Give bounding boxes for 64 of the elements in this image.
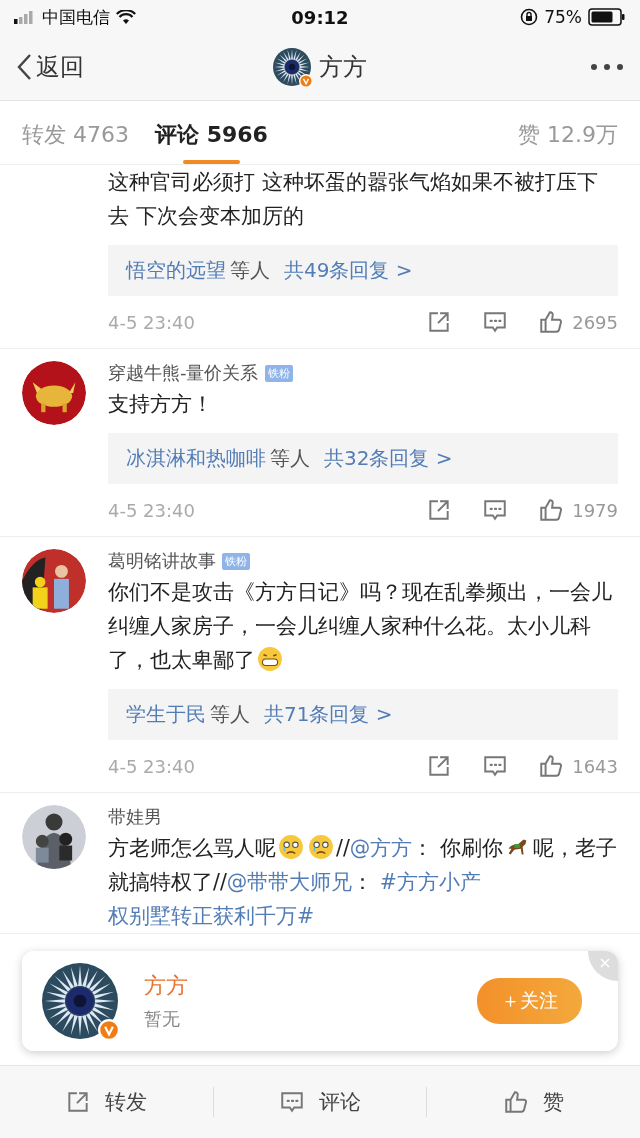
reply-user-names[interactable]: 冰淇淋和热咖啡 [126,445,266,472]
grinning-emoji-icon [257,646,283,672]
user-name[interactable]: 方方 [144,971,451,1001]
link[interactable]: 权别墅转正获利千万# [108,904,315,928]
share-button[interactable]: 转发 [59,1087,154,1117]
rotation-lock-icon [520,8,539,26]
link[interactable]: #方方小产 [379,870,482,894]
reply-user-names[interactable]: 学生于民 [126,701,206,728]
sad-emoji-icon [308,834,334,860]
comment-text: 你们不是攻击《方方日记》吗？现在乱拳频出，一会儿纠缠人家房子，一会儿纠缠人家种什么花。太小儿科了，也太卑鄙了 [108,579,613,674]
thumbs-up-icon[interactable] [538,497,565,523]
reply-suffix: 等人 [210,701,250,728]
reply-count-link[interactable]: 共32条回复 > [324,445,453,472]
replies-panel[interactable]: 悟空的远望 等人 共49条回复 > [108,245,618,296]
tab[interactable]: 转发 4763 [22,106,129,164]
user-bio: 暂无 [144,1007,181,1031]
link[interactable]: @带带大师兄 [226,870,353,894]
reply-user-names[interactable]: 悟空的远望 [126,257,226,284]
comment-time: 4-5 23:40 [108,311,196,333]
comment-icon[interactable] [482,497,509,523]
like-button[interactable]: 1643 [538,753,618,779]
link[interactable]: @方方 [349,836,413,860]
follow-button[interactable]: ＋关注 [477,978,582,1024]
like-button[interactable]: 1979 [538,497,618,523]
comment-text: 支持方方！ [108,391,214,418]
thumbs-up-icon[interactable] [503,1089,530,1115]
comment-time: 4-5 23:40 [108,755,196,777]
like-button[interactable]: 2695 [538,309,618,335]
tab[interactable]: 赞 12.9万 [518,106,618,164]
comment-text: 这种官司必须打 这种坏蛋的嚣张气焰如果不被打压下去 下次会变本加厉的 [108,169,599,230]
comment-icon[interactable] [482,309,509,335]
sad-emoji-icon [278,834,304,860]
comment-time: 4-5 23:40 [108,499,196,521]
carrier-name: 中国电信 [42,5,110,29]
user-name[interactable]: 带娃男 [108,805,162,829]
reply-suffix: 等人 [230,257,270,284]
back-button[interactable]: 返回 [16,51,273,83]
comment-icon[interactable] [482,753,509,779]
battery-icon [588,8,626,26]
thumbs-up-icon[interactable] [538,753,565,779]
chevron-left-icon [16,53,32,81]
like-button[interactable]: 赞 [497,1087,571,1117]
comment-icon[interactable] [279,1089,305,1115]
replies-panel[interactable]: 冰淇淋和热咖啡 等人 共32条回复 > [108,433,618,484]
user-name[interactable]: 穿越牛熊-量价关系 [108,361,259,385]
reply-suffix: 等人 [270,445,310,472]
fan-badge: 铁粉 [222,552,250,570]
tab[interactable]: 评论 5966 [155,106,268,164]
replies-panel[interactable]: 学生于民 等人 共71条回复 > [108,689,618,740]
clock-time: 09:12 [291,6,349,28]
profile-avatar[interactable] [273,48,311,86]
comment-text: 方老师怎么骂人呢 //@方方： 你刷你 呢，老子就搞特权了//@带带大师兄： #方方小产 权别墅转正获利千万# [108,833,618,930]
wifi-icon [116,9,136,25]
reply-count-link[interactable]: 共71条回复 > [264,701,393,728]
battery-percent: 75% [544,7,582,27]
page-title: 方方 [319,52,367,83]
thumbs-up-icon[interactable] [538,309,565,335]
signal-icon [14,10,36,24]
more-icon[interactable] [590,63,624,71]
user-name[interactable]: 葛明铭讲故事 [108,549,216,573]
reply-count-link[interactable]: 共49条回复 > [284,257,413,284]
fan-badge: 铁粉 [264,364,293,382]
profile-avatar[interactable] [42,963,118,1039]
comment-button[interactable]: 评论 [273,1087,367,1117]
